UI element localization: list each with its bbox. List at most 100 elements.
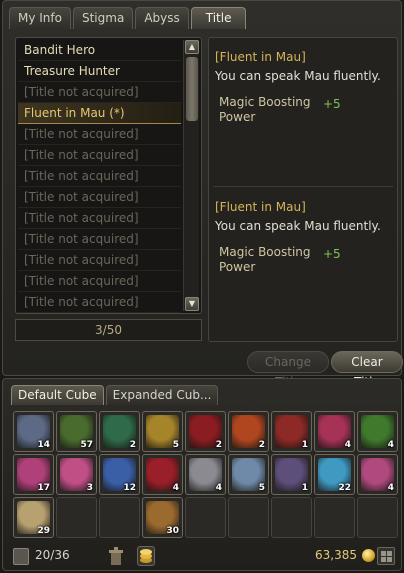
- scroll-down-icon[interactable]: ▼: [185, 297, 199, 311]
- sort-grid-icon[interactable]: [377, 547, 395, 565]
- item-quantity: 1: [301, 483, 308, 493]
- cube-slot[interactable]: 4: [314, 411, 355, 452]
- item-quantity: 3: [86, 483, 93, 493]
- cube-tabs: Default Cube Expanded Cub...: [11, 385, 219, 405]
- kinah-icon: [362, 549, 375, 562]
- cube-slot[interactable]: 4: [357, 454, 398, 495]
- title-list: Bandit Hero Treasure Hunter [Title not acq…: [15, 37, 202, 314]
- title-list-item[interactable]: [Title not acquired]: [18, 82, 181, 103]
- item-quantity: 5: [172, 440, 179, 450]
- cube-bag-icon: [13, 548, 29, 565]
- cube-slot[interactable]: 4: [142, 454, 183, 495]
- cube-slot[interactable]: 22: [314, 454, 355, 495]
- cube-slot[interactable]: 2: [99, 411, 140, 452]
- cube-slot[interactable]: 5: [142, 411, 183, 452]
- cube-slot[interactable]: 4: [185, 454, 226, 495]
- coin-stack-icon: [140, 549, 152, 563]
- title-list-item[interactable]: [Title not acquired]: [18, 271, 181, 292]
- scroll-thumb[interactable]: [186, 57, 198, 121]
- cube-slot[interactable]: 1: [271, 454, 312, 495]
- cube-slot[interactable]: 14: [13, 411, 54, 452]
- cube-slot[interactable]: [99, 497, 140, 538]
- title-list-item[interactable]: [Title not acquired]: [18, 208, 181, 229]
- detail-divider: [213, 186, 393, 187]
- title-list-scrollbar[interactable]: ▲ ▼: [183, 40, 199, 311]
- title-list-item[interactable]: [Title not acquired]: [18, 229, 181, 250]
- cube-slot[interactable]: 4: [357, 411, 398, 452]
- kinah-amount: 63,385: [315, 548, 357, 562]
- title-list-item[interactable]: [Title not acquired]: [18, 124, 181, 145]
- cube-slot[interactable]: [56, 497, 97, 538]
- clear-title-button[interactable]: Clear Title: [331, 351, 403, 389]
- title-list-item[interactable]: Bandit Hero: [18, 40, 181, 61]
- title-detail-equipped: [Fluent in Mau] You can speak Mau fluent…: [215, 200, 397, 275]
- cube-slot[interactable]: 2: [185, 411, 226, 452]
- item-quantity: 2: [258, 440, 265, 450]
- title-list-item[interactable]: Treasure Hunter: [18, 61, 181, 82]
- cube-status-bar: 20/36 63,385: [7, 545, 397, 569]
- title-detail-panel: [Fluent in Mau] You can speak Mau fluent…: [208, 37, 398, 342]
- cube-slot-count: 20/36: [35, 548, 70, 562]
- cube-slot[interactable]: 1: [271, 411, 312, 452]
- cube-slot[interactable]: 57: [56, 411, 97, 452]
- item-quantity: 12: [123, 483, 136, 493]
- detail-stat-value: +5: [323, 247, 341, 261]
- tab-abyss[interactable]: Abyss: [135, 7, 189, 29]
- item-quantity: 2: [215, 440, 222, 450]
- detail-stat-label: Magic Boosting Power: [219, 95, 311, 124]
- title-window: My Info Stigma Abyss Title Bandit Hero Tr…: [2, 0, 403, 389]
- item-quantity: 1: [301, 440, 308, 450]
- cube-slot[interactable]: 30: [142, 497, 183, 538]
- item-quantity: 29: [37, 526, 50, 536]
- detail-title-name: [Fluent in Mau]: [215, 50, 306, 64]
- tab-default-cube[interactable]: Default Cube: [11, 385, 104, 405]
- detail-stat: Magic Boosting Power +5: [215, 95, 397, 125]
- cube-slot[interactable]: [185, 497, 226, 538]
- item-quantity: 5: [258, 483, 265, 493]
- item-quantity: 57: [80, 440, 93, 450]
- tab-stigma[interactable]: Stigma: [72, 7, 134, 29]
- title-list-item[interactable]: [Title not acquired]: [18, 187, 181, 208]
- kinah-button[interactable]: [137, 546, 155, 566]
- detail-title-description: You can speak Mau fluently.: [215, 69, 381, 83]
- title-list-item[interactable]: [Title not acquired]: [18, 145, 181, 166]
- profile-tabs: My Info Stigma Abyss Title: [9, 7, 247, 29]
- trash-icon[interactable]: [108, 547, 124, 566]
- tab-my-info[interactable]: My Info: [9, 7, 71, 29]
- scroll-up-icon[interactable]: ▲: [185, 40, 199, 54]
- cube-slot[interactable]: 3: [56, 454, 97, 495]
- cube-slot[interactable]: [228, 497, 269, 538]
- change-title-button[interactable]: Change Title: [247, 351, 329, 389]
- cube-slot[interactable]: 17: [13, 454, 54, 495]
- cube-slot[interactable]: [271, 497, 312, 538]
- title-list-item[interactable]: [Title not acquired]: [18, 166, 181, 187]
- cube-slot[interactable]: 2: [228, 411, 269, 452]
- item-quantity: 14: [37, 440, 50, 450]
- item-quantity: 30: [166, 526, 179, 536]
- title-list-item[interactable]: [Title not acquired]: [18, 250, 181, 271]
- detail-stat: Magic Boosting Power +5: [215, 245, 397, 275]
- tab-expanded-cube[interactable]: Expanded Cub...: [105, 385, 219, 405]
- title-list-item[interactable]: Fluent in Mau (*): [18, 103, 181, 124]
- detail-title-name: [Fluent in Mau]: [215, 200, 306, 214]
- cube-window: Default Cube Expanded Cub... 14 57 2 5 2 2 1 4 4…: [2, 378, 402, 571]
- item-quantity: 2: [129, 440, 136, 450]
- cube-slot[interactable]: 5: [228, 454, 269, 495]
- cube-slot[interactable]: [357, 497, 398, 538]
- item-quantity: 4: [215, 483, 222, 493]
- item-quantity: 4: [387, 483, 394, 493]
- detail-title-description: You can speak Mau fluently.: [215, 219, 381, 233]
- item-quantity: 4: [172, 483, 179, 493]
- item-quantity: 4: [344, 440, 351, 450]
- tab-title[interactable]: Title: [190, 7, 247, 29]
- title-list-item[interactable]: [Title not acquired]: [18, 292, 181, 313]
- item-quantity: 22: [338, 483, 351, 493]
- title-count: 3/50: [15, 319, 202, 341]
- item-quantity: 17: [37, 483, 50, 493]
- cube-slot[interactable]: [314, 497, 355, 538]
- detail-stat-label: Magic Boosting Power: [219, 245, 311, 274]
- cube-slot[interactable]: 29: [13, 497, 54, 538]
- cube-slot[interactable]: 12: [99, 454, 140, 495]
- title-list-items: Bandit Hero Treasure Hunter [Title not acq…: [18, 40, 181, 313]
- detail-stat-value: +5: [323, 97, 341, 111]
